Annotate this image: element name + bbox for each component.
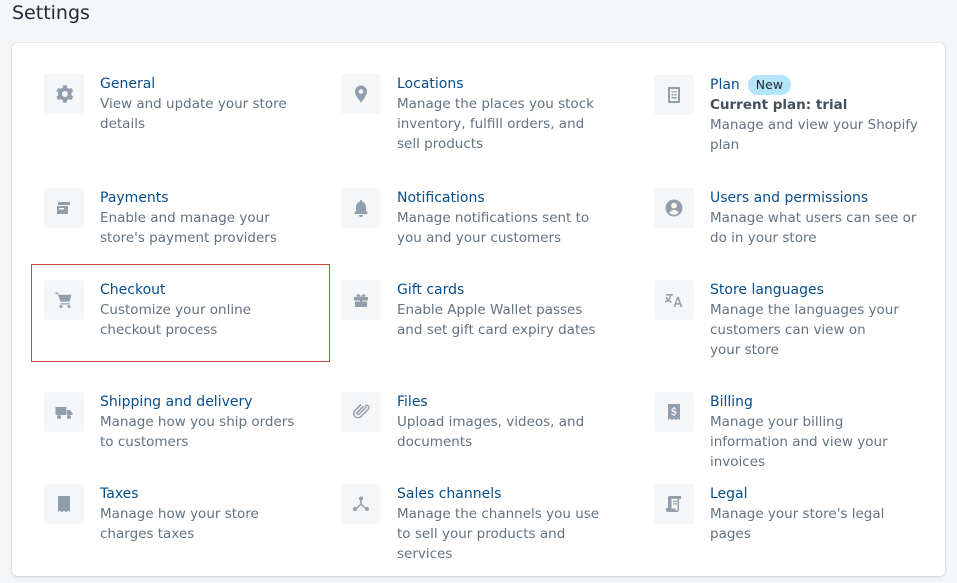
settings-item-description: Manage how you ship orders to customers: [100, 414, 295, 450]
settings-item-general[interactable]: General View and update your store detai…: [44, 74, 304, 134]
channels-icon: [341, 484, 381, 524]
settings-item-sales-channels[interactable]: Sales channels Manage the channels you u…: [341, 484, 611, 564]
settings-item-description: Manage the languages your customers can …: [710, 302, 899, 358]
settings-item-title[interactable]: Plan: [710, 75, 740, 95]
settings-item-plan[interactable]: Plan New Current plan: trial Manage and …: [654, 75, 924, 155]
settings-item-description: Manage the places you stock inventory, f…: [397, 96, 594, 152]
settings-item-title[interactable]: Locations: [397, 74, 464, 94]
settings-item-description: Manage the channels you use to sell your…: [397, 506, 600, 562]
settings-item-users-and-permissions[interactable]: Users and permissions Manage what users …: [654, 188, 924, 248]
settings-item-description: View and update your store details: [100, 96, 287, 132]
settings-item-title[interactable]: Checkout: [100, 280, 166, 300]
bell-icon: [341, 188, 381, 228]
gift-icon: [341, 280, 381, 320]
settings-item-description: Manage and view your Shopify plan: [710, 117, 918, 153]
location-pin-icon: [341, 74, 381, 114]
settings-item-description: Enable and manage your store's payment p…: [100, 210, 277, 246]
settings-item-files[interactable]: Files Upload images, videos, and documen…: [341, 392, 611, 452]
page-title: Settings: [12, 2, 90, 24]
new-badge: New: [747, 75, 792, 95]
settings-item-description: Manage how your store charges taxes: [100, 506, 259, 542]
settings-item-title[interactable]: Billing: [710, 392, 753, 412]
settings-item-title[interactable]: Notifications: [397, 188, 485, 208]
settings-item-title[interactable]: Payments: [100, 188, 169, 208]
gear-icon: [44, 74, 84, 114]
settings-item-title[interactable]: Files: [397, 392, 428, 412]
settings-item-title[interactable]: Shipping and delivery: [100, 392, 253, 412]
settings-item-description: Manage what users can see or do in your …: [710, 210, 917, 246]
current-plan-label: Current plan: trial: [710, 97, 848, 113]
settings-item-description: Manage notifications sent to you and you…: [397, 210, 590, 246]
settings-item-checkout[interactable]: Checkout Customize your online checkout …: [44, 280, 304, 340]
settings-item-title[interactable]: Gift cards: [397, 280, 464, 300]
settings-item-locations[interactable]: Locations Manage the places you stock in…: [341, 74, 611, 154]
billing-receipt-icon: [654, 392, 694, 432]
settings-item-title[interactable]: Sales channels: [397, 484, 501, 504]
settings-item-shipping-and-delivery[interactable]: Shipping and delivery Manage how you shi…: [44, 392, 304, 452]
settings-item-description: Manage your billing information and view…: [710, 414, 888, 470]
translate-icon: [654, 280, 694, 320]
settings-item-description: Upload images, videos, and documents: [397, 414, 585, 450]
settings-item-description: Customize your online checkout process: [100, 302, 251, 338]
settings-item-title[interactable]: Store languages: [710, 280, 824, 300]
tax-receipt-icon: [44, 484, 84, 524]
settings-item-title[interactable]: Taxes: [100, 484, 139, 504]
settings-item-title[interactable]: Users and permissions: [710, 188, 868, 208]
plan-document-icon: [654, 75, 694, 115]
settings-item-description: Enable Apple Wallet passes and set gift …: [397, 302, 596, 338]
settings-item-gift-cards[interactable]: Gift cards Enable Apple Wallet passes an…: [341, 280, 611, 340]
settings-item-notifications[interactable]: Notifications Manage notifications sent …: [341, 188, 611, 248]
settings-item-title[interactable]: General: [100, 74, 155, 94]
cart-icon: [44, 280, 84, 320]
settings-item-legal[interactable]: Legal Manage your store's legal pages: [654, 484, 924, 544]
settings-item-taxes[interactable]: Taxes Manage how your store charges taxe…: [44, 484, 304, 544]
settings-item-title[interactable]: Legal: [710, 484, 748, 504]
settings-item-description: Manage your store's legal pages: [710, 506, 885, 542]
settings-item-payments[interactable]: Payments Enable and manage your store's …: [44, 188, 304, 248]
paperclip-icon: [341, 392, 381, 432]
payments-icon: [44, 188, 84, 228]
truck-icon: [44, 392, 84, 432]
settings-item-billing[interactable]: Billing Manage your billing information …: [654, 392, 924, 472]
settings-item-store-languages[interactable]: Store languages Manage the languages you…: [654, 280, 924, 360]
user-icon: [654, 188, 694, 228]
legal-document-icon: [654, 484, 694, 524]
